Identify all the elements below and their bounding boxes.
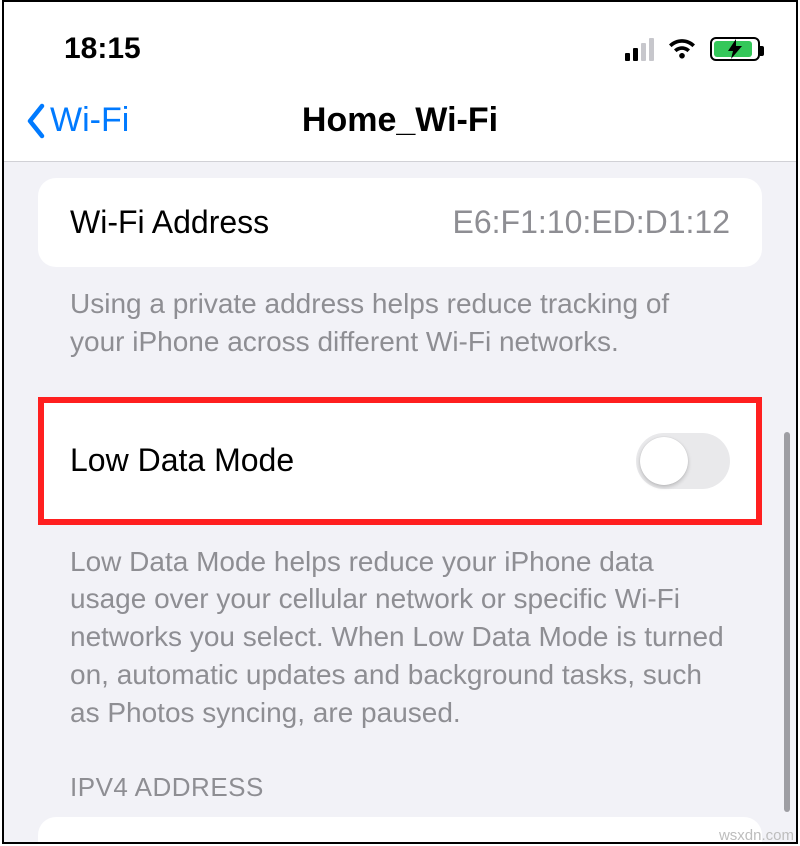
ipv4-section-header: IPV4 ADDRESS [4, 760, 796, 817]
content-area: Wi-Fi Address E6:F1:10:ED:D1:12 Using a … [4, 162, 796, 844]
back-label: Wi-Fi [50, 101, 129, 140]
wifi-address-value: E6:F1:10:ED:D1:12 [453, 204, 730, 241]
toggle-knob-icon [640, 437, 688, 485]
device-frame: 18:15 Wi-Fi Home_ [2, 0, 798, 844]
battery-charging-icon [710, 37, 760, 61]
low-data-mode-row[interactable]: Low Data Mode [44, 403, 756, 519]
navigation-bar: Wi-Fi Home_Wi-Fi [4, 80, 796, 162]
configure-ip-row[interactable]: Configure IP Automatic [38, 817, 762, 844]
chevron-left-icon [24, 102, 46, 140]
back-button[interactable]: Wi-Fi [4, 101, 129, 140]
private-address-footer: Using a private address helps reduce tra… [4, 267, 796, 389]
status-time: 18:15 [64, 32, 141, 66]
status-bar: 18:15 [4, 2, 796, 80]
wifi-address-row[interactable]: Wi-Fi Address E6:F1:10:ED:D1:12 [38, 178, 762, 267]
low-data-mode-toggle[interactable] [636, 433, 730, 489]
wifi-icon [666, 37, 698, 61]
low-data-mode-footer: Low Data Mode helps reduce your iPhone d… [4, 525, 796, 760]
low-data-mode-label: Low Data Mode [70, 442, 294, 479]
watermark: wsxdn.com [719, 827, 794, 844]
configure-ip-label: Configure IP [70, 843, 248, 844]
configure-ip-value: Automatic [558, 843, 700, 844]
low-data-mode-group: Low Data Mode [38, 397, 762, 525]
cellular-signal-icon [625, 38, 654, 61]
ipv4-group: Configure IP Automatic [38, 817, 762, 844]
wifi-address-group: Wi-Fi Address E6:F1:10:ED:D1:12 [38, 178, 762, 267]
status-icons [625, 37, 760, 61]
scrollbar[interactable] [784, 432, 790, 812]
wifi-address-label: Wi-Fi Address [70, 204, 269, 241]
